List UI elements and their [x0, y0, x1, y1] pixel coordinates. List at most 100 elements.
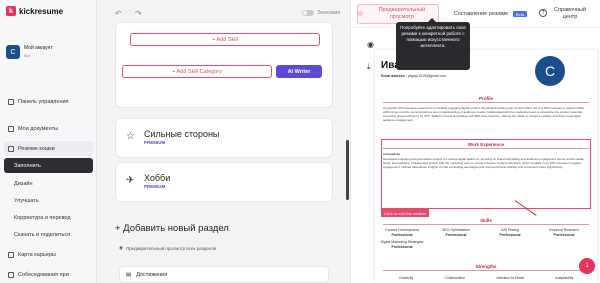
resume-preview[interactable]: Иван Email address : yayayi-0125@gmail.c…	[375, 50, 597, 283]
resume-icon	[8, 145, 14, 152]
cv-section-heading: Work Experience	[467, 142, 505, 147]
sidebar-item-label: Собеседования при	[18, 271, 69, 278]
tab-help-center[interactable]: Справочный центр	[547, 4, 593, 24]
skill-item: Content Development Professional	[385, 228, 419, 237]
section-card-hobbies[interactable]: ✈ Хобби PREMIUM	[115, 162, 333, 202]
section-title: Хобби	[144, 173, 171, 183]
top-tabs: ◎ Предварительный просмотр Составление р…	[351, 0, 600, 28]
sidebar-item-resume[interactable]: Резюме кошки	[4, 141, 93, 156]
cv-email: Email address : yayayi-0125@gmail.com	[381, 74, 447, 78]
rocket-icon: ✈	[126, 175, 135, 186]
strength-item: Adaptability	[555, 276, 574, 280]
tab-preview[interactable]: ◎ Предварительный просмотр	[357, 4, 439, 24]
trophy-icon: ▤	[126, 271, 132, 278]
eco-label: Экономия	[316, 10, 340, 16]
undo-icon[interactable]: ↶	[115, 9, 122, 18]
sidebar-subitem-improve[interactable]: Улучшать	[4, 193, 93, 208]
add-section-heading: + Добавить новый раздел	[115, 223, 229, 234]
add-skill-button[interactable]: + Add Skill	[130, 33, 320, 46]
star-icon: ☆	[126, 131, 135, 142]
cv-work-text: Developed engaging and persuasive conten…	[383, 157, 585, 169]
logo-icon: k	[6, 6, 16, 16]
avatar: C	[6, 45, 20, 59]
skill-item: A/B Testing Professional	[499, 228, 521, 237]
cv-section-heading: Profile	[478, 96, 493, 101]
map-icon	[8, 251, 14, 258]
documents-icon	[8, 125, 14, 132]
toggle-switch[interactable]	[301, 10, 314, 16]
sidebar-item-dashboard[interactable]: Панель управления	[4, 94, 93, 109]
account-sub: Bot	[24, 53, 31, 58]
section-option-label: Достижения	[136, 271, 168, 278]
eco-toggle[interactable]: Экономия	[301, 10, 340, 16]
divider	[383, 270, 589, 271]
add-skill-category-button[interactable]: + Add Skill Category	[122, 65, 272, 78]
sidebar-item-interviews[interactable]: Собеседования при	[4, 267, 93, 282]
preview-all-sections[interactable]: ◉ Предварительный просмотр всех разделов	[119, 245, 216, 251]
editor-panel: ↶ ↷ Экономия + Add Skill + Add Skill Cat…	[97, 0, 350, 283]
cv-avatar: C	[535, 56, 565, 86]
skill-item: Keyword Research Professional	[549, 228, 579, 237]
skills-card: + Add Skill + Add Skill Category AI Writ…	[115, 22, 333, 108]
skill-item: Digital Marketing Strategies Professional	[380, 240, 424, 249]
section-title: Сильные стороны	[144, 129, 220, 139]
work-section-highlight[interactable]	[381, 139, 591, 209]
premium-badge: PREMIUM	[144, 184, 166, 189]
cv-work-role: копирайтер	[383, 152, 401, 156]
sidebar-item-label: Панель управления	[18, 98, 69, 105]
tab-label: Справочный центр	[554, 7, 586, 20]
ai-writer-button[interactable]: AI Writer	[276, 65, 322, 78]
eye-icon[interactable]: ◉	[367, 40, 374, 49]
sidebar-item-label: Мои документы	[18, 125, 59, 132]
sidebar-subitem-proofread[interactable]: Корректура и перевод	[4, 210, 93, 225]
edit-section-tag[interactable]: Click to edit this section	[381, 209, 429, 217]
sidebar-subitem-label: Корректура и перевод	[14, 214, 71, 221]
interview-icon	[8, 271, 14, 278]
scrollbar[interactable]	[346, 140, 349, 200]
divider	[383, 224, 589, 225]
sidebar-subitem-label: Улучшать	[14, 197, 39, 204]
strengths-list: Creativity Collaboration Attention to De…	[383, 276, 589, 280]
beta-badge: Beta	[513, 11, 527, 17]
dashboard-icon	[8, 98, 14, 105]
divider	[383, 102, 589, 103]
chat-icon: 1	[585, 263, 589, 269]
sidebar: k kickresume C Мой аккаунт Bot Панель уп…	[0, 0, 97, 283]
account-switcher[interactable]: C Мой аккаунт Bot	[6, 45, 53, 59]
sidebar-subitem-label: Дизайн	[14, 180, 33, 187]
section-option-achievements[interactable]: ▤ Достижения	[119, 266, 329, 283]
redo-icon[interactable]: ↷	[135, 9, 142, 18]
preview-all-label: Предварительный просмотр всех разделов	[125, 245, 217, 251]
sidebar-item-documents[interactable]: Мои документы	[4, 121, 93, 136]
cv-section-heading: Strengths	[475, 264, 497, 269]
premium-badge: PREMIUM	[144, 140, 166, 145]
cv-profile-text: Copywriter with extensive experience in …	[383, 106, 584, 122]
strength-item: Creativity	[398, 276, 414, 280]
skill-item: SEO Optimization Professional	[442, 228, 470, 237]
cv-section-heading: Skills	[480, 218, 492, 223]
account-name: Мой аккаунт	[24, 45, 53, 51]
logo[interactable]: k kickresume	[6, 6, 63, 16]
strength-item: Attention to Detail	[496, 276, 524, 280]
sidebar-item-label: Резюме кошки	[18, 145, 55, 152]
sidebar-subitem-fill[interactable]: Заполнить	[4, 158, 93, 173]
sidebar-subitem-download[interactable]: Скачать и поделиться	[4, 227, 93, 242]
ai-tooltip: Попробуйте адаптировать свое резюме к ко…	[396, 18, 470, 70]
sidebar-subitem-design[interactable]: Дизайн	[4, 176, 93, 191]
sidebar-item-label: Карта карьеры	[18, 251, 56, 258]
help-icon: ?	[539, 9, 547, 17]
download-icon[interactable]: ⤓	[367, 62, 371, 72]
chat-button[interactable]: 1	[579, 258, 595, 274]
logo-text: kickresume	[19, 6, 64, 16]
divider	[383, 148, 589, 149]
tab-compose[interactable]: Составление резюме	[451, 4, 511, 24]
section-card-strengths[interactable]: ☆ Сильные стороны PREMIUM	[115, 118, 333, 158]
tab-label: Составление резюме	[453, 10, 509, 17]
sidebar-item-career-map[interactable]: Карта карьеры	[4, 247, 93, 262]
preview-panel: ◎ Предварительный просмотр Составление р…	[350, 0, 600, 283]
strength-item: Collaboration	[444, 276, 466, 280]
eye-icon: ◉	[119, 245, 123, 250]
preview-icon: ◎	[358, 10, 363, 17]
sidebar-subitem-label: Скачать и поделиться	[14, 231, 71, 238]
sidebar-subitem-label: Заполнить	[14, 162, 42, 169]
